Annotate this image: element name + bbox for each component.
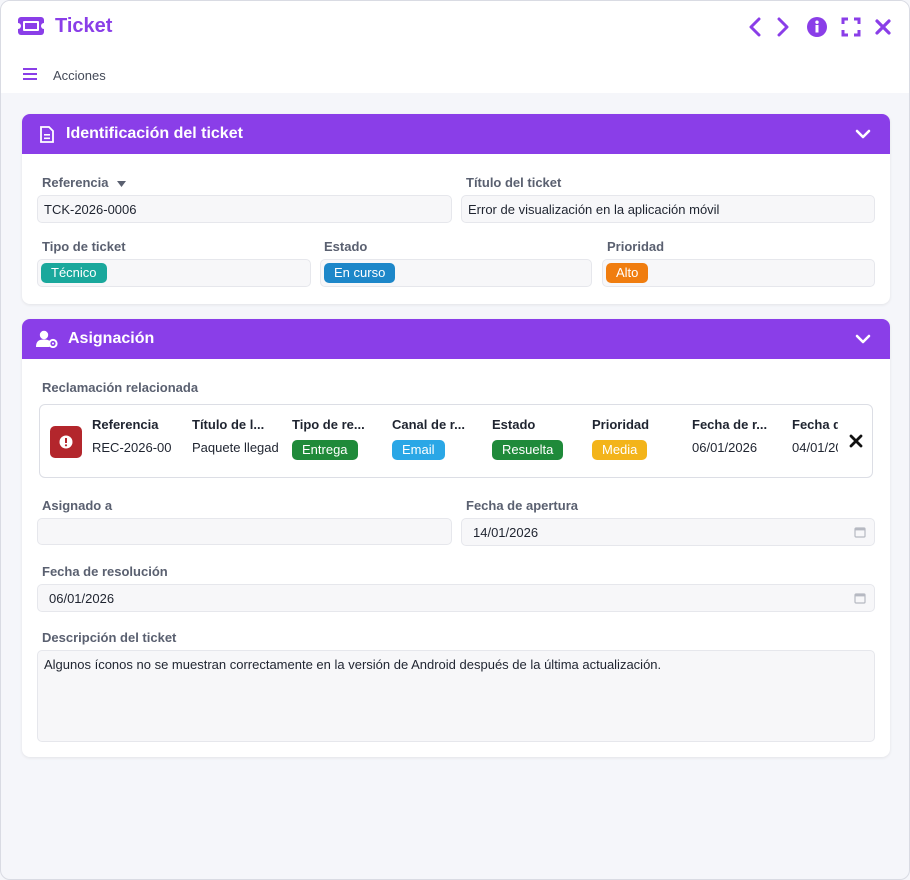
related-status-badge: Resuelta [492,440,564,460]
chevron-down-icon[interactable] [854,330,872,348]
identification-section: Identificación del ticket Referencia TCK… [22,114,890,304]
calendar-icon[interactable] [854,592,866,604]
related-col-status: Estado Resuelta [492,417,578,460]
opening-date-label: Fecha de apertura [466,498,578,513]
user-cog-icon [36,329,58,349]
hamburger-icon[interactable] [23,67,37,83]
ticket-title-field[interactable]: Error de visualización en la aplicación … [461,195,875,223]
assignment-header[interactable]: Asignación [22,319,890,359]
next-record-button[interactable] [773,15,793,39]
chevron-down-icon[interactable] [854,125,872,143]
related-col-type: Tipo de re... Entrega [292,417,378,460]
opening-date-field[interactable]: 14/01/2026 [461,518,875,546]
description-textarea[interactable]: Algunos íconos no se muestran correctame… [37,650,875,742]
column-header: Título de l... [192,417,265,432]
related-date1: 06/01/2026 [692,440,758,455]
priority-field[interactable]: Alto [602,259,875,287]
related-col-reference: Referencia REC-2026-00 [92,417,178,460]
identification-header[interactable]: Identificación del ticket [22,114,890,154]
remove-related-icon[interactable] [848,433,864,449]
related-col-channel: Canal de r... Email [392,417,478,460]
caret-down-icon [117,180,127,187]
actions-menu[interactable]: Acciones [23,67,106,83]
opening-date-value: 14/01/2026 [473,524,539,540]
alert-icon [50,426,82,458]
ticket-icon [17,13,45,39]
assigned-to-label: Asignado a [42,498,113,513]
reference-value: TCK-2026-0006 [44,201,137,217]
info-icon[interactable] [807,15,827,39]
status-field[interactable]: En curso [320,259,592,287]
resolution-date-field[interactable]: 06/01/2026 [37,584,875,612]
priority-label: Prioridad [607,239,665,254]
resolution-date-label: Fecha de resolución [42,564,168,579]
column-header: Prioridad [592,417,650,432]
reference-field[interactable]: TCK-2026-0006 [37,195,452,223]
window-header: Ticket Acciones [1,1,909,93]
status-label: Estado [324,239,368,254]
fullscreen-icon[interactable] [841,15,861,39]
related-priority-badge: Media [592,440,648,460]
assignment-section: Asignación Reclamación relacionada Refer… [22,319,890,757]
ticket-window: Ticket Acciones Identificación del ticke… [0,0,910,880]
description-label: Descripción del ticket [42,630,177,645]
related-type-badge: Entrega [292,440,358,460]
assigned-to-field[interactable] [37,518,452,545]
identification-title: Identificación del ticket [66,125,243,142]
status-badge: En curso [324,263,396,283]
related-col-title: Título de l... Paquete llegado [192,417,278,460]
actions-label[interactable]: Acciones [53,68,106,83]
reference-label: Referencia [42,175,127,190]
column-header: Canal de r... [392,417,465,432]
related-col-date1: Fecha de r... 06/01/2026 [692,417,778,460]
calendar-icon[interactable] [854,526,866,538]
related-claim-label: Reclamación relacionada [42,380,199,395]
related-reference: REC-2026-00 [92,440,172,455]
ticket-title-label: Título del ticket [466,175,562,190]
priority-badge: Alto [606,263,649,283]
related-col-date2: Fecha d 04/01/2026 [792,417,838,460]
title-group: Ticket [17,13,112,39]
window-title: Ticket [55,14,113,37]
previous-record-button[interactable] [745,15,765,39]
column-header: Referencia [92,417,159,432]
related-channel-badge: Email [392,440,445,460]
related-title: Paquete llegado [192,440,278,455]
resolution-date-value: 06/01/2026 [49,590,115,606]
document-icon [36,124,58,144]
ticket-title-value: Error de visualización en la aplicación … [468,201,720,217]
related-claim-row[interactable]: Referencia REC-2026-00 Título de l... Pa… [39,404,873,478]
ticket-type-field[interactable]: Técnico [37,259,311,287]
column-header: Estado [492,417,536,432]
assignment-title: Asignación [68,330,155,347]
column-header: Fecha de r... [692,417,768,432]
column-header: Tipo de re... [292,417,365,432]
column-header: Fecha d [792,417,838,432]
related-date2: 04/01/2026 [792,440,838,455]
window-actions [745,15,893,39]
related-col-priority: Prioridad Media [592,417,678,460]
ticket-type-label: Tipo de ticket [42,239,126,254]
close-icon[interactable] [873,15,893,39]
ticket-type-badge: Técnico [41,263,107,283]
